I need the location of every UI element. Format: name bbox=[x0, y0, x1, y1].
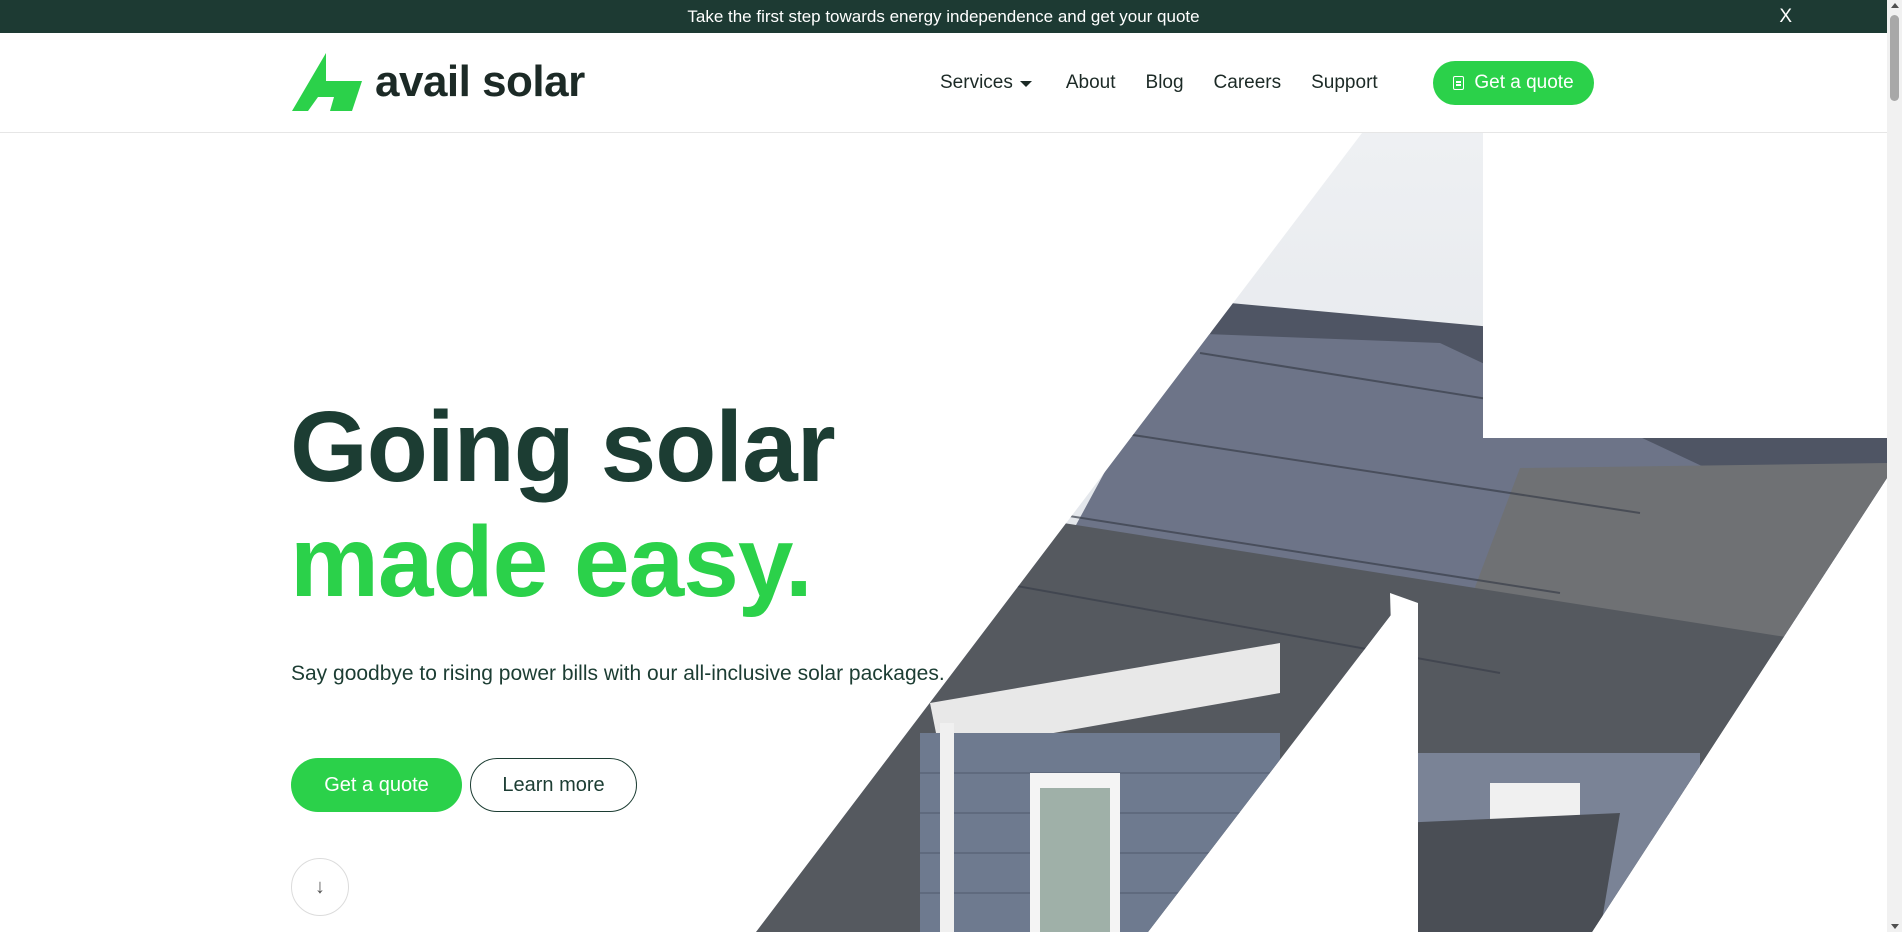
announcement-text: Take the first step towards energy indep… bbox=[687, 7, 1200, 26]
scroll-up-arrow-icon[interactable] bbox=[1891, 3, 1899, 8]
page-scrollbar[interactable] bbox=[1887, 0, 1902, 932]
arrow-down-icon: ↓ bbox=[315, 875, 325, 898]
lightning-bolt-icon bbox=[292, 53, 362, 111]
logo[interactable]: avail solar bbox=[292, 53, 585, 111]
nav-item-support[interactable]: Support bbox=[1311, 72, 1378, 94]
close-announcement-button[interactable]: X bbox=[1779, 6, 1792, 28]
learn-more-button[interactable]: Learn more bbox=[470, 758, 637, 812]
logo-text: avail solar bbox=[375, 57, 585, 106]
nav-item-label: Services bbox=[940, 72, 1013, 93]
scroll-down-arrow-icon[interactable] bbox=[1891, 924, 1899, 929]
nav-item-about[interactable]: About bbox=[1066, 72, 1116, 94]
nav-item-careers[interactable]: Careers bbox=[1214, 72, 1282, 94]
header-cta-label: Get a quote bbox=[1474, 72, 1574, 93]
announcement-bar: Take the first step towards energy indep… bbox=[0, 0, 1887, 33]
site-header: avail solar Services About Blog Careers … bbox=[0, 33, 1887, 133]
hero-house-solar-image bbox=[756, 133, 1887, 932]
hero-title-line2: made easy. bbox=[290, 506, 813, 618]
nav-item-blog[interactable]: Blog bbox=[1146, 72, 1184, 94]
hero-title: Going solar made easy. bbox=[290, 390, 836, 620]
hero-title-line1: Going solar bbox=[290, 391, 836, 503]
main-nav: Services About Blog Careers Support bbox=[940, 72, 1408, 94]
document-icon bbox=[1453, 76, 1465, 90]
scrollbar-thumb[interactable] bbox=[1890, 15, 1899, 101]
caret-down-icon bbox=[1019, 80, 1032, 87]
nav-item-services[interactable]: Services bbox=[940, 72, 1032, 94]
scroll-down-button[interactable]: ↓ bbox=[291, 858, 349, 916]
hero-subtitle: Say goodbye to rising power bills with o… bbox=[291, 662, 945, 685]
header-get-quote-button[interactable]: Get a quote bbox=[1433, 61, 1594, 105]
hero-get-quote-button[interactable]: Get a quote bbox=[291, 758, 462, 812]
